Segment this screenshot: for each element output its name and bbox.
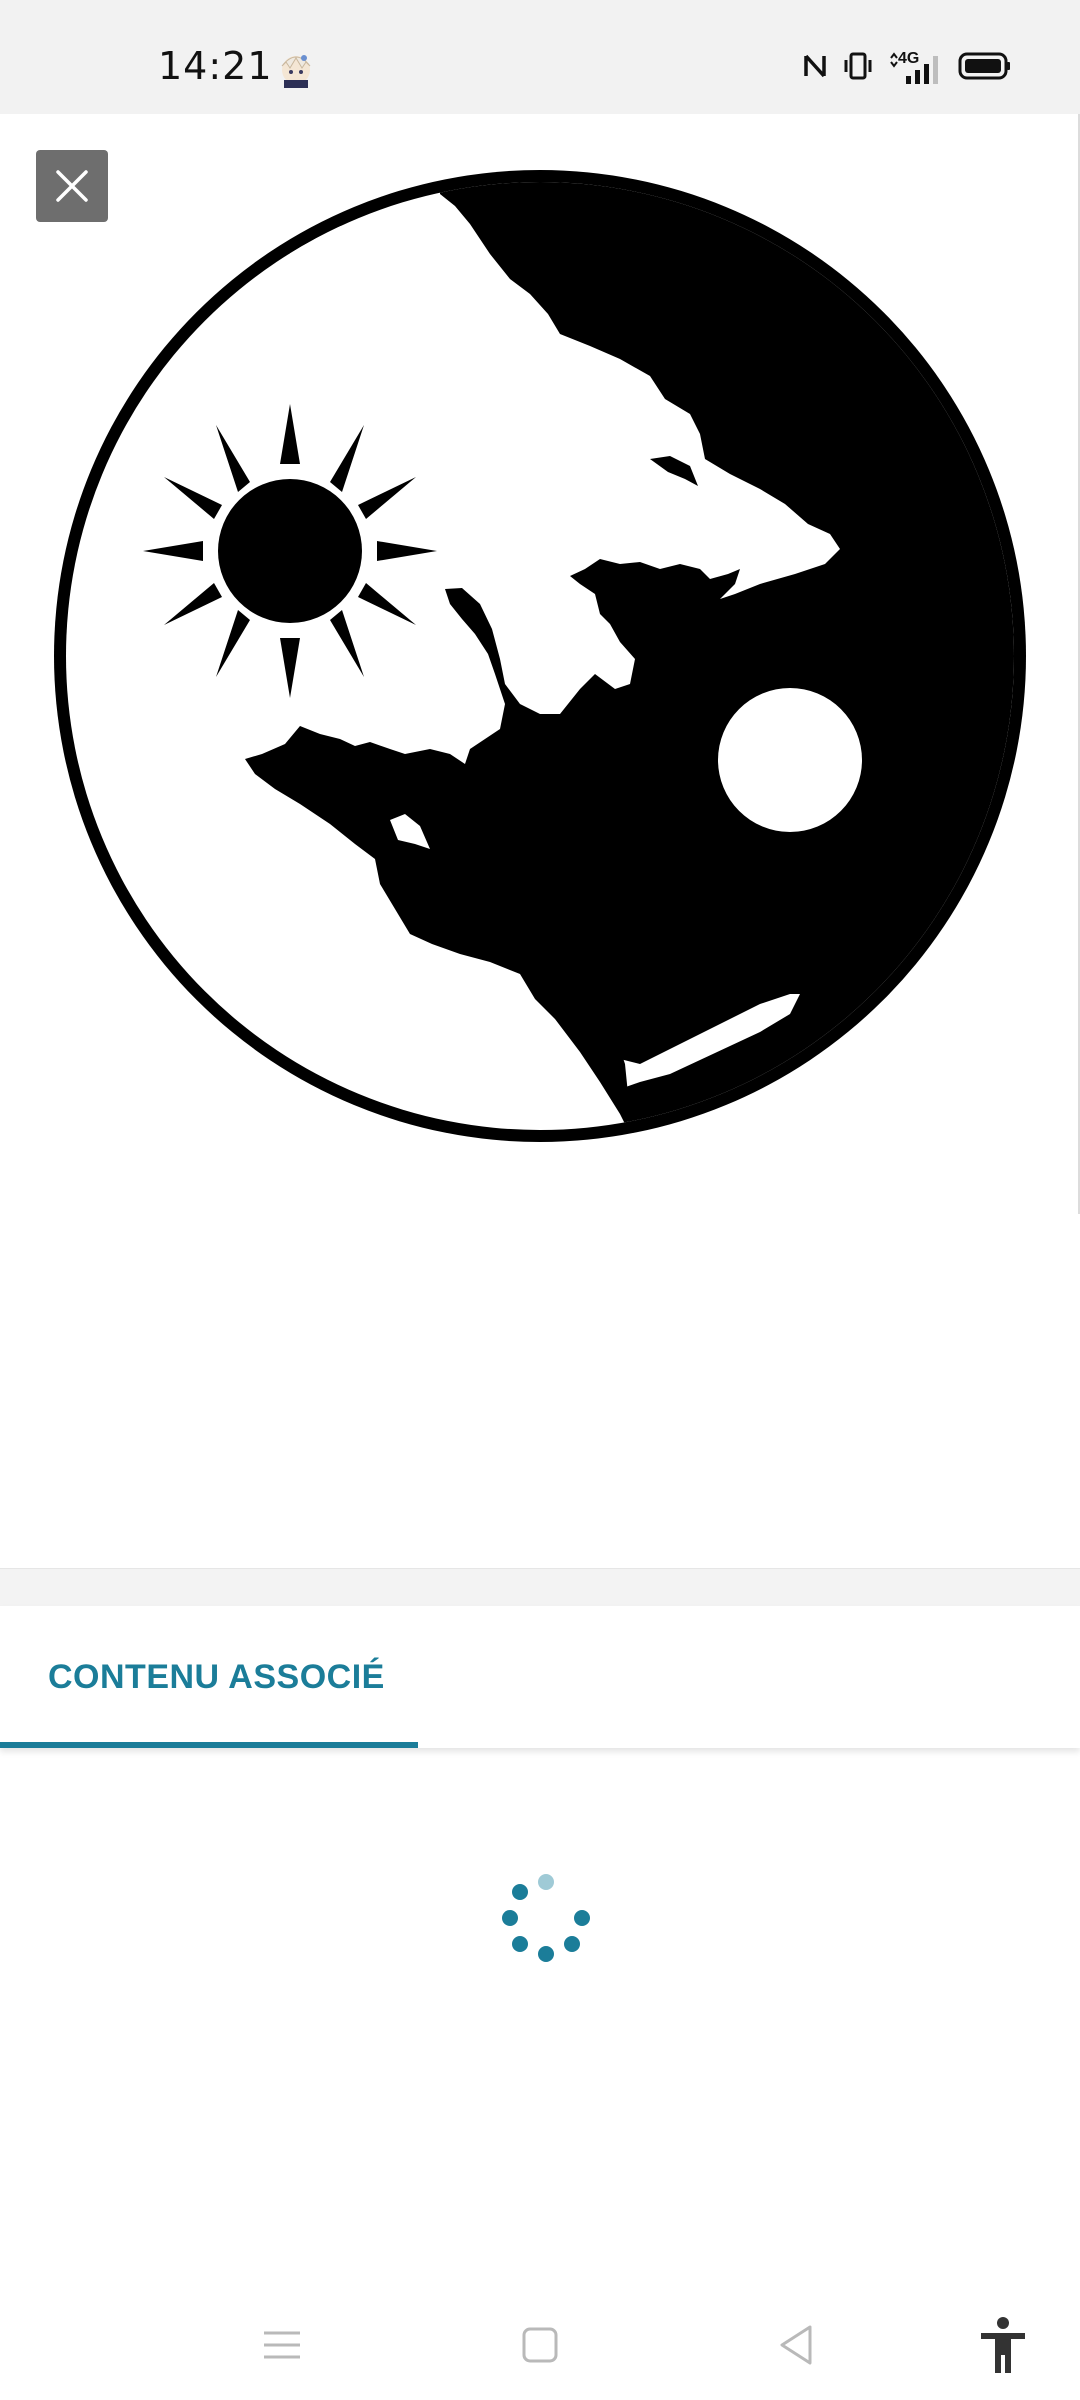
- menu-button[interactable]: [247, 2310, 317, 2380]
- back-button[interactable]: [761, 2310, 831, 2380]
- accessibility-icon: [981, 2317, 1025, 2373]
- home-button[interactable]: [505, 2310, 575, 2380]
- home-icon: [522, 2327, 558, 2363]
- vibrate-icon: [842, 50, 874, 87]
- yin-yang-wolves-image: [54, 170, 1026, 1142]
- signal-4g-icon: 4G: [888, 50, 944, 86]
- image-viewer-screen: 14:21 4G CONTENU ASSOCIÉ: [0, 0, 1080, 2400]
- close-icon: [56, 170, 88, 202]
- accessibility-button[interactable]: [968, 2310, 1038, 2380]
- tab-related-content[interactable]: CONTENU ASSOCIÉ: [0, 1606, 418, 1748]
- battery-icon: [958, 51, 1012, 86]
- status-bar: 14:21 4G: [0, 0, 1080, 114]
- nfc-icon: [802, 50, 828, 87]
- tab-active-indicator: [0, 1742, 418, 1748]
- tab-label: CONTENU ASSOCIÉ: [48, 1658, 385, 1696]
- avatar-notification-icon: [276, 48, 316, 88]
- loading-spinner-icon: [496, 1868, 596, 1968]
- navigation-bar: [0, 2290, 1080, 2400]
- tabs-bar: CONTENU ASSOCIÉ: [0, 1606, 1080, 1748]
- main-image: [0, 114, 1080, 1194]
- section-divider: [0, 1568, 1080, 1607]
- status-time: 14:21: [158, 44, 273, 88]
- back-icon: [780, 2325, 812, 2365]
- menu-icon: [264, 2331, 300, 2359]
- close-button[interactable]: [36, 150, 108, 222]
- status-icons: 4G: [802, 48, 1012, 88]
